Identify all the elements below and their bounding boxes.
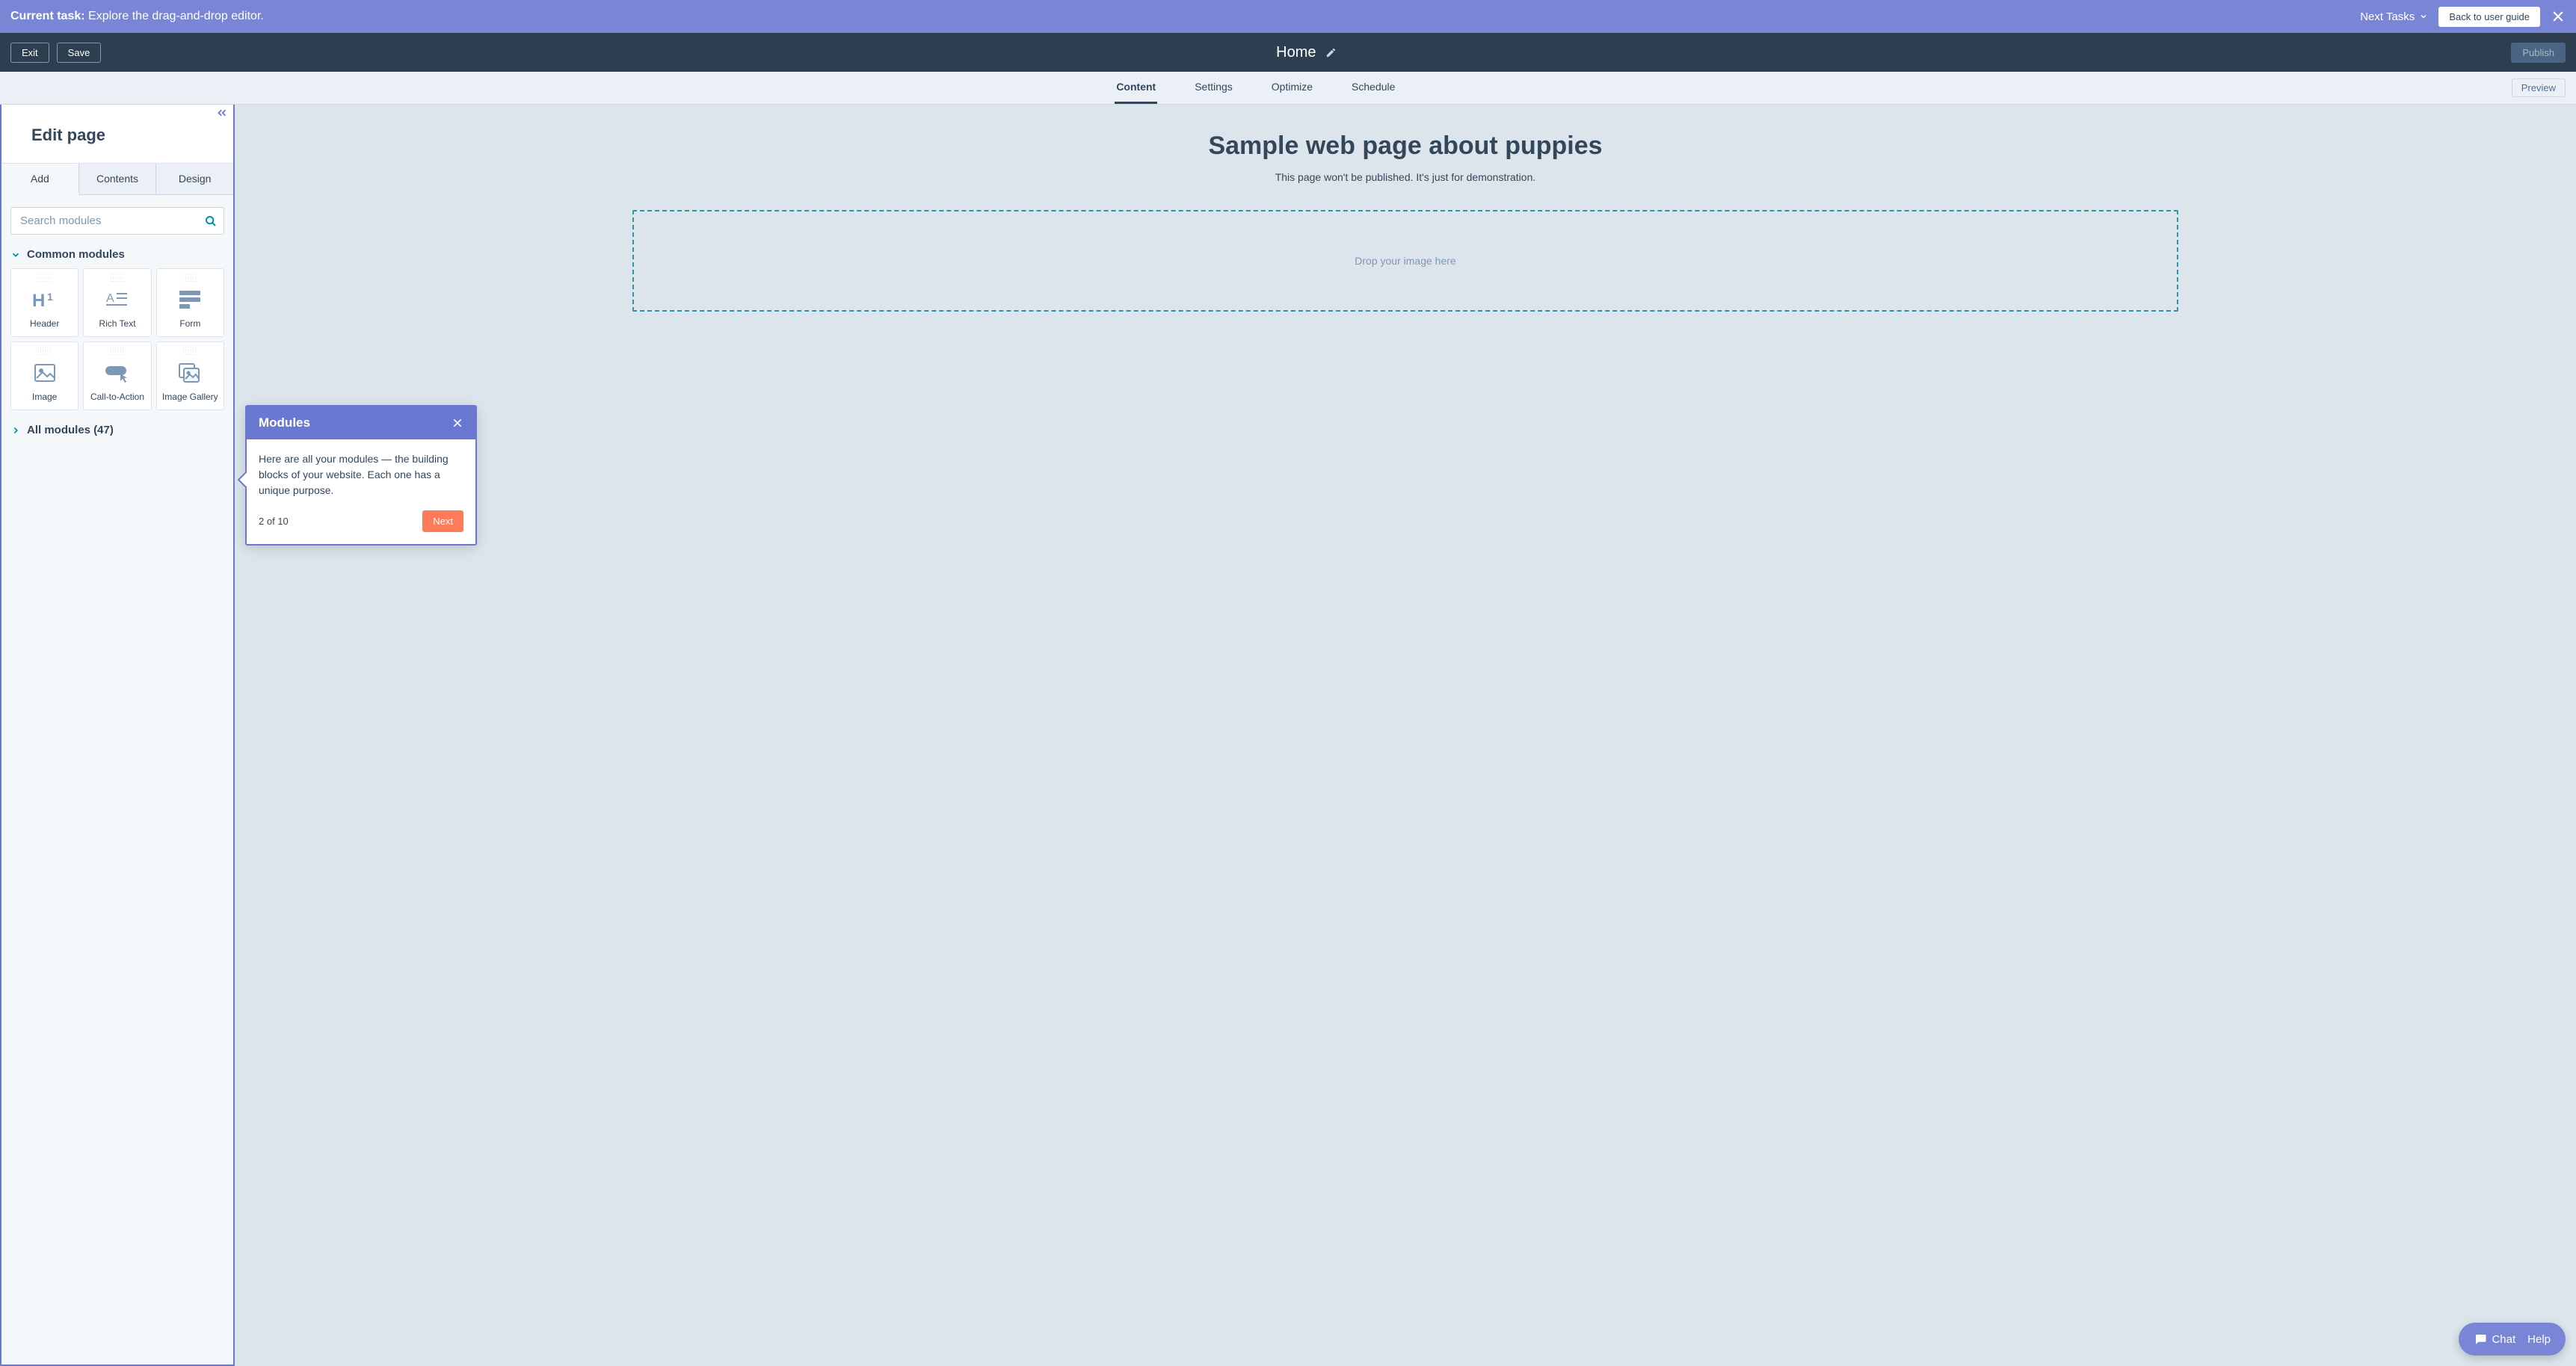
popover-step: 2 of 10: [259, 516, 289, 527]
module-image-gallery[interactable]: :::::::::::: Image Gallery: [156, 342, 224, 410]
tab-schedule[interactable]: Schedule: [1350, 72, 1396, 104]
canvas-subheading: This page won't be published. It's just …: [1275, 171, 1536, 183]
search-modules-input[interactable]: [10, 207, 224, 235]
next-tasks-dropdown[interactable]: Next Tasks: [2360, 10, 2428, 23]
chevron-down-icon: [2419, 12, 2428, 21]
header-icon: H1: [32, 287, 58, 312]
tab-settings[interactable]: Settings: [1193, 72, 1234, 104]
image-icon: [34, 360, 56, 386]
all-modules-label: All modules (47): [27, 424, 114, 436]
module-form[interactable]: :::::::::::: Form: [156, 268, 224, 337]
close-icon[interactable]: [2551, 9, 2566, 24]
drag-handle-icon: ::::::::::::: [110, 273, 124, 282]
module-header[interactable]: :::::::::::: H1 Header: [10, 268, 78, 337]
popover-body: Here are all your modules — the building…: [247, 439, 475, 510]
save-button[interactable]: Save: [57, 43, 102, 63]
module-image[interactable]: :::::::::::: Image: [10, 342, 78, 410]
dropzone-label: Drop your image here: [1355, 255, 1455, 267]
svg-text:A: A: [106, 292, 114, 305]
common-modules-toggle[interactable]: Common modules: [10, 248, 224, 261]
common-modules-label: Common modules: [27, 248, 125, 261]
chevron-right-icon: [10, 425, 21, 436]
tab-optimize[interactable]: Optimize: [1270, 72, 1314, 104]
module-label: Rich Text: [99, 318, 135, 329]
module-rich-text[interactable]: :::::::::::: A Rich Text: [83, 268, 151, 337]
chevron-double-left-icon: [215, 106, 229, 120]
publish-button[interactable]: Publish: [2511, 43, 2566, 63]
sidebar-tab-design[interactable]: Design: [156, 164, 233, 194]
drag-handle-icon: ::::::::::::: [183, 273, 197, 282]
popover-title: Modules: [259, 415, 310, 430]
drag-handle-icon: ::::::::::::: [37, 347, 52, 356]
drag-handle-icon: ::::::::::::: [37, 273, 52, 282]
onboarding-banner: Current task: Explore the drag-and-drop …: [0, 0, 2576, 33]
edit-sidebar: Edit page Add Contents Design Common mod…: [0, 105, 235, 1366]
module-label: Call-to-Action: [90, 392, 144, 402]
svg-text:1: 1: [47, 291, 53, 303]
back-to-guide-button[interactable]: Back to user guide: [2438, 7, 2540, 27]
canvas-heading: Sample web page about puppies: [1208, 132, 1602, 161]
onboarding-popover: Modules Here are all your modules — the …: [245, 405, 477, 546]
module-label: Image Gallery: [162, 392, 218, 402]
all-modules-toggle[interactable]: All modules (47): [10, 424, 224, 436]
svg-text:H: H: [32, 291, 45, 309]
image-dropzone[interactable]: Drop your image here: [632, 210, 2178, 312]
exit-button[interactable]: Exit: [10, 43, 49, 63]
module-label: Header: [30, 318, 59, 329]
task-text: Explore the drag-and-drop editor.: [88, 10, 264, 22]
chat-icon: [2474, 1332, 2487, 1346]
sidebar-tabs: Add Contents Design: [1, 164, 233, 195]
chevron-down-icon: [10, 250, 21, 260]
search-icon[interactable]: [205, 215, 217, 227]
current-task-label: Current task: Explore the drag-and-drop …: [10, 10, 264, 23]
editor-tabs-row: Content Settings Optimize Schedule Previ…: [0, 72, 2576, 105]
app-bar: Exit Save Home Publish: [0, 33, 2576, 72]
page-title: Home: [1276, 44, 1316, 61]
page-title-group[interactable]: Home: [101, 44, 2511, 61]
sidebar-title: Edit page: [1, 105, 233, 164]
cta-icon: [104, 360, 131, 386]
chat-label: Chat: [2492, 1333, 2515, 1346]
next-tasks-label: Next Tasks: [2360, 10, 2415, 23]
next-button[interactable]: Next: [422, 510, 463, 532]
close-icon[interactable]: [452, 417, 463, 429]
module-cta[interactable]: :::::::::::: Call-to-Action: [83, 342, 151, 410]
rich-text-icon: A: [106, 287, 129, 312]
gallery-icon: [178, 360, 202, 386]
module-label: Image: [32, 392, 57, 402]
form-icon: [179, 287, 200, 312]
chat-help-widget[interactable]: Chat Help: [2459, 1323, 2566, 1356]
drag-handle-icon: ::::::::::::: [183, 347, 197, 356]
collapse-sidebar-button[interactable]: [215, 106, 229, 120]
page-canvas: Sample web page about puppies This page …: [235, 105, 2576, 1366]
module-label: Form: [179, 318, 200, 329]
drag-handle-icon: ::::::::::::: [110, 347, 124, 356]
sidebar-tab-contents[interactable]: Contents: [79, 164, 157, 194]
modules-grid: :::::::::::: H1 Header :::::::::::: A Ri…: [10, 268, 224, 410]
preview-button[interactable]: Preview: [2512, 78, 2566, 97]
task-label: Current task:: [10, 10, 85, 22]
tab-content[interactable]: Content: [1115, 72, 1157, 104]
pencil-icon: [1325, 47, 1337, 58]
help-label: Help: [2527, 1333, 2551, 1346]
sidebar-tab-add[interactable]: Add: [1, 164, 79, 195]
